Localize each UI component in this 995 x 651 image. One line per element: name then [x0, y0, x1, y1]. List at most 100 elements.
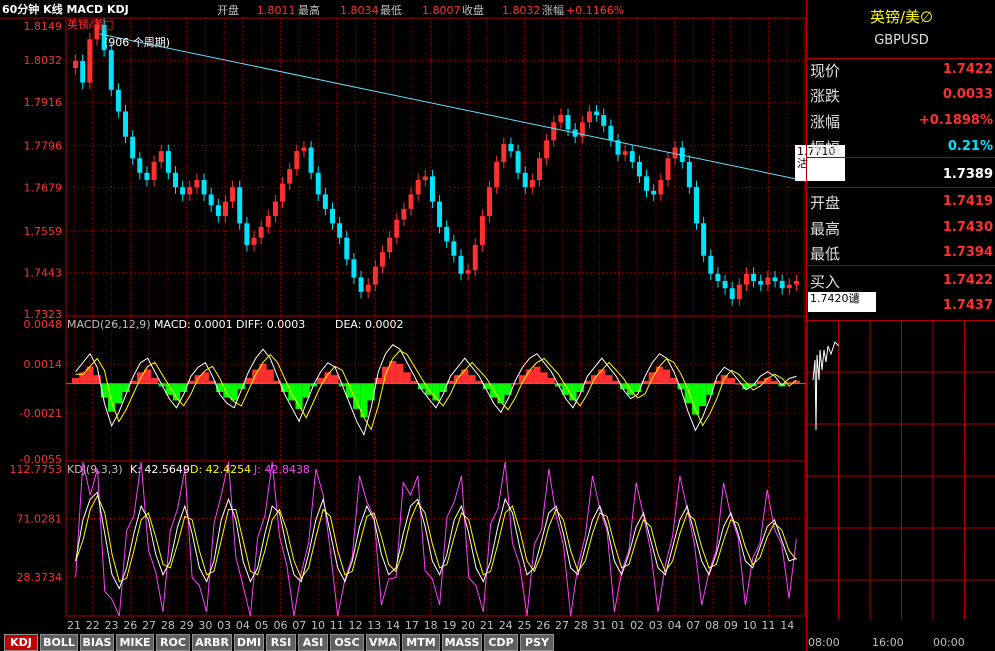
- tab-mtm[interactable]: MTM: [402, 634, 440, 651]
- kdj-k-value: K: 42.5649: [130, 463, 190, 476]
- candle-body: [779, 281, 785, 289]
- candle-body: [258, 226, 264, 238]
- header-field: 1.8034: [340, 4, 379, 17]
- x-tick-label: 19: [442, 619, 456, 632]
- candle-body: [544, 140, 550, 159]
- candle-body: [722, 281, 728, 289]
- candle-body: [87, 39, 93, 83]
- tab-dmi[interactable]: DMI: [234, 634, 264, 651]
- candle-body: [137, 158, 143, 173]
- kdj-d-value: D: 42.4254: [190, 463, 251, 476]
- candle-body: [387, 237, 393, 253]
- candle-body: [636, 161, 642, 177]
- x-tick-label: 29: [180, 619, 194, 632]
- quote-row-value: 1.7437: [942, 298, 993, 313]
- candle-body: [123, 111, 129, 137]
- candle-body: [601, 115, 607, 126]
- candle-body: [551, 122, 557, 141]
- macd-histogram-bar: [201, 372, 209, 384]
- candle-body: [165, 151, 171, 173]
- x-tick-label: 10: [311, 619, 325, 632]
- time-axis-label: 00:00: [933, 636, 965, 649]
- tab-vma[interactable]: VMA: [366, 634, 400, 651]
- candle-body: [444, 226, 450, 242]
- tab-kdj[interactable]: KDJ: [4, 634, 38, 651]
- x-tick-label: 28: [161, 619, 175, 632]
- x-tick-label: 21: [67, 619, 81, 632]
- header-field: 最低: [380, 4, 402, 17]
- candle-body: [758, 281, 764, 285]
- tab-osc[interactable]: OSC: [330, 634, 364, 651]
- quote-row-value: 0.0033: [942, 87, 993, 102]
- x-tick-label: 10: [743, 619, 757, 632]
- tab-cdp[interactable]: CDP: [484, 634, 518, 651]
- candle-body: [408, 194, 414, 209]
- symbol-label: 英镑/美□: [67, 17, 114, 31]
- quote-row-label: 最低: [810, 245, 841, 263]
- quote-code: GBPUSD: [874, 33, 929, 48]
- candle-body: [108, 50, 114, 90]
- y-tick-label: 1.7679: [24, 182, 63, 195]
- candle-body: [586, 111, 592, 123]
- candle-body: [379, 252, 385, 267]
- macd-histogram-bar: [655, 366, 664, 384]
- y-tick-label: 112.7753: [10, 463, 63, 476]
- quote-row-label: 现价: [810, 62, 841, 80]
- x-tick-label: 12: [349, 619, 363, 632]
- candle-body: [194, 179, 200, 188]
- x-tick-label: 20: [461, 619, 475, 632]
- candle-body: [793, 281, 799, 285]
- candle-body: [315, 172, 321, 195]
- candle-body: [501, 143, 507, 162]
- candle-body: [365, 284, 371, 292]
- macd-histogram-bar: [223, 383, 231, 398]
- macd-histogram-bar: [403, 372, 411, 384]
- tab-psy[interactable]: PSY: [520, 634, 554, 651]
- candle-body: [294, 151, 300, 170]
- candle-body: [351, 259, 357, 278]
- x-tick-label: 05: [255, 619, 269, 632]
- x-tick-label: 11: [330, 619, 344, 632]
- macd-histogram-bar: [497, 383, 505, 404]
- tab-bias[interactable]: BIAS: [80, 634, 114, 651]
- macd-histogram-bar: [547, 377, 555, 384]
- candle-body: [729, 288, 735, 300]
- tab-mass[interactable]: MASS: [442, 634, 482, 651]
- x-tick-label: 09: [724, 619, 738, 632]
- x-tick-label: 26: [536, 619, 550, 632]
- tab-mike[interactable]: MIKE: [116, 634, 154, 651]
- macd-histogram-bar: [151, 377, 159, 384]
- candle-body: [715, 273, 721, 282]
- chart-canvas: 60分钟 K线 MACD KDJ 开盘 1.8011 最高 1.8034 最低 1.8007…: [0, 2, 806, 632]
- tab-asi[interactable]: ASI: [298, 634, 328, 651]
- x-tick-label: 04: [668, 619, 682, 632]
- tab-rsi[interactable]: RSI: [266, 634, 296, 651]
- candle-body: [230, 187, 236, 202]
- chart-title: 60分钟 K线 MACD KDJ: [2, 2, 129, 16]
- tab-arbr[interactable]: ARBR: [192, 634, 232, 651]
- tab-boll[interactable]: BOLL: [40, 634, 78, 651]
- candle-body: [536, 158, 542, 180]
- x-tick-label: 28: [574, 619, 588, 632]
- candle-body: [322, 194, 328, 209]
- x-tick-label: 01: [611, 619, 625, 632]
- candle-body: [172, 172, 178, 188]
- macd-histogram-bar: [144, 369, 152, 384]
- tab-roc[interactable]: ROC: [156, 634, 190, 651]
- x-tick-label: 30: [198, 619, 212, 632]
- x-tick-label: 27: [555, 619, 569, 632]
- mini-price-line: [812, 341, 840, 431]
- candle-body: [201, 179, 207, 195]
- candle-body: [772, 277, 778, 282]
- x-tick-label: 13: [367, 619, 381, 632]
- x-tick-label: 17: [405, 619, 419, 632]
- intraday-minichart: [807, 320, 995, 630]
- header-field: 1.8032: [502, 4, 541, 17]
- quote-row-value: 1.7389: [942, 167, 993, 182]
- candle-body: [330, 208, 336, 224]
- candle-body: [130, 136, 136, 159]
- candle-body: [158, 151, 164, 162]
- candle-body: [686, 161, 692, 188]
- macd-histogram-bar: [605, 375, 613, 384]
- candle-body: [529, 179, 535, 188]
